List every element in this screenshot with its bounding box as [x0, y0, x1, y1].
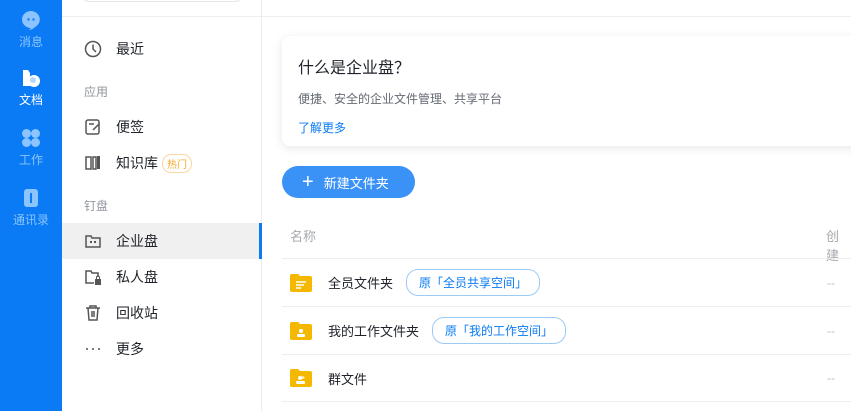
label: 最近 [116, 41, 144, 57]
sidebar-item-enterprise[interactable]: 企业盘 [62, 223, 262, 259]
file-name: 全员文件夹 [328, 276, 394, 291]
column-header-name[interactable]: 名称 [290, 226, 316, 245]
rail-label: 文档 [18, 93, 43, 107]
card-title: 什么是企业盘？ [298, 60, 411, 77]
sidebar-item-recent[interactable]: 最近 [62, 31, 261, 67]
file-name: 我的工作文件夹 [328, 324, 420, 339]
label: 新建文件夹 [323, 175, 389, 191]
rail-label: 通讯录 [12, 213, 49, 227]
sidebar: 最近 应用 便签 知识库 热门 钉盘 企业盘 私人盘 回收站 更多 [62, 0, 262, 411]
rail-contacts[interactable]: 通讯录 [0, 188, 62, 228]
lock-folder-icon [85, 270, 101, 285]
divider [262, 16, 851, 17]
section-apps: 应用 [84, 85, 109, 99]
created-cell: -- [827, 323, 835, 338]
learn-more-link[interactable]: 了解更多 [298, 119, 851, 136]
trash-icon [86, 305, 100, 321]
enterprise-folder-icon [85, 235, 101, 248]
sidebar-item-notes[interactable]: 便签 [62, 109, 261, 145]
note-icon [85, 119, 100, 135]
rail-work[interactable]: 工作 [0, 128, 62, 168]
sidebar-item-private[interactable]: 私人盘 [62, 259, 261, 295]
hot-badge: 热门 [162, 153, 192, 173]
rail-label: 工作 [18, 153, 43, 167]
sidebar-item-wiki[interactable]: 知识库 热门 [62, 145, 261, 181]
file-name: 群文件 [328, 371, 368, 387]
origin-tag: 原「全员共享空间」 [406, 269, 541, 296]
rail-docs[interactable]: 文档 [0, 68, 62, 108]
sidebar-item-more[interactable]: 更多 [62, 331, 261, 367]
origin-tag: 原「我的工作空间」 [432, 317, 567, 344]
label: 企业盘 [116, 233, 158, 249]
section-pinned: 钉盘 [84, 199, 109, 213]
label: 回收站 [116, 305, 158, 321]
label: 便签 [116, 119, 144, 135]
book-icon [85, 156, 100, 170]
app-rail: 消息 文档 工作 通讯录 [0, 0, 62, 411]
more-icon [86, 348, 100, 350]
label: 知识库 [116, 155, 158, 171]
rail-label: 消息 [18, 35, 43, 49]
intro-card: 什么是企业盘？ 便捷、安全的企业文件管理、共享平台 了解更多 [282, 36, 851, 146]
table-row[interactable]: 全员文件夹 原「全员共享空间」 -- [282, 258, 851, 306]
chat-icon [22, 11, 40, 30]
plus-icon: + [302, 171, 314, 193]
main-content: 什么是企业盘？ 便捷、安全的企业文件管理、共享平台 了解更多 + 新建文件夹 名称… [262, 0, 851, 411]
divider [62, 16, 261, 17]
folder-icon [290, 273, 312, 292]
clock-icon [84, 40, 102, 58]
new-folder-button[interactable]: + 新建文件夹 [282, 166, 415, 198]
created-cell: -- [827, 275, 835, 290]
rail-messages[interactable]: 消息 [0, 10, 62, 50]
created-cell: -- [827, 371, 835, 385]
contacts-icon [24, 189, 38, 207]
docs-icon [23, 70, 40, 87]
table-row[interactable]: 群文件 -- [282, 354, 851, 402]
sidebar-item-trash[interactable]: 回收站 [62, 295, 261, 331]
search-input[interactable] [82, 0, 242, 2]
card-description: 便捷、安全的企业文件管理、共享平台 [298, 92, 503, 106]
label: 更多 [116, 341, 144, 357]
table-row[interactable]: 我的工作文件夹 原「我的工作空间」 -- [282, 306, 851, 354]
apps-icon [22, 129, 40, 147]
group-folder-icon [290, 369, 312, 387]
personal-folder-icon [290, 321, 312, 340]
label: 私人盘 [116, 269, 158, 285]
